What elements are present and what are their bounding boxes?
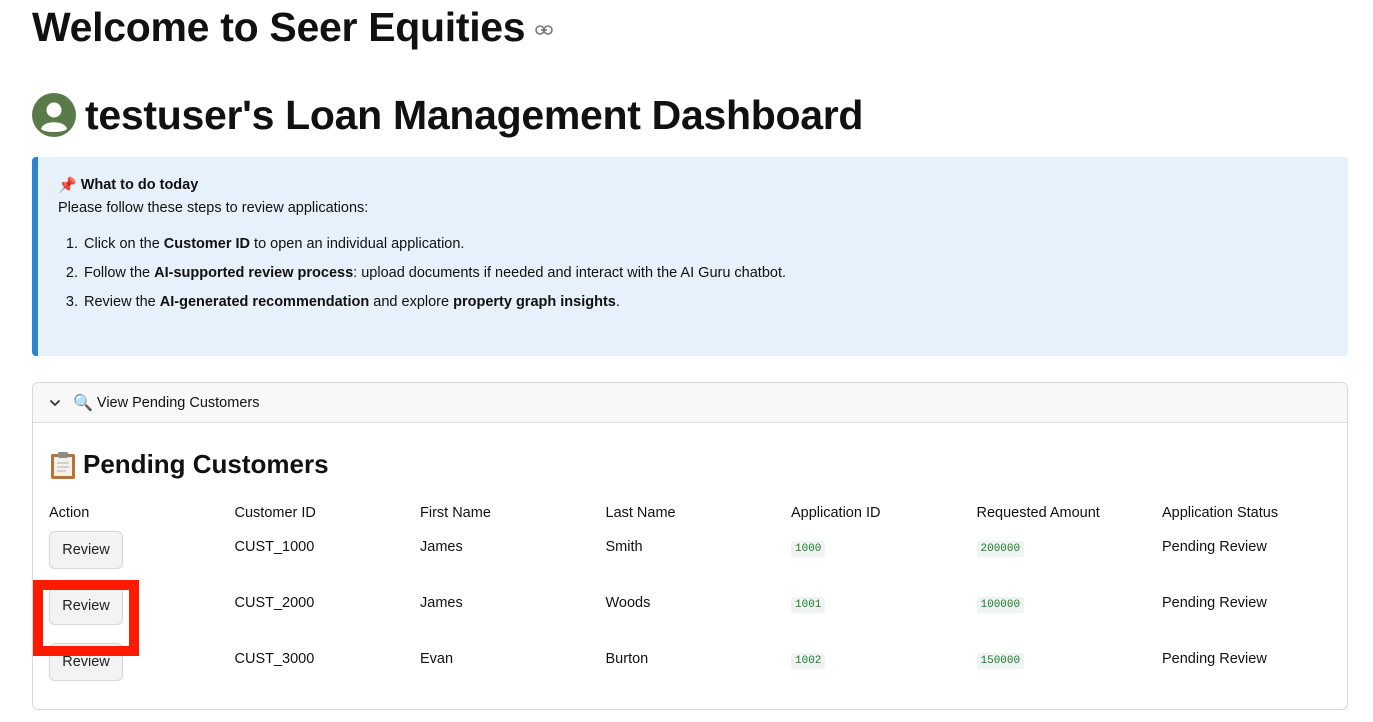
instructions-heading-text: What to do today [80, 177, 199, 193]
review-button[interactable]: Review [49, 643, 123, 681]
status-cell: Pending Review [1162, 595, 1267, 611]
dashboard-header: testuser's Loan Management Dashboard [32, 88, 863, 142]
step-3-bold-2: property graph insights [453, 294, 616, 310]
step-1-bold: Customer ID [163, 236, 251, 252]
table-row: Review CUST_3000 Evan Burton 1002 150000… [49, 637, 1329, 693]
pending-customers-heading: Pending Customers [49, 449, 329, 480]
application-id-cell: 1000 [791, 539, 977, 557]
expander-toggle[interactable]: 🔍 View Pending Customers [33, 383, 1347, 423]
expander-label: View Pending Customers [96, 394, 260, 411]
pending-customers-expander: 🔍 View Pending Customers Pending Custome… [32, 382, 1348, 710]
user-circle-icon [32, 93, 76, 137]
column-header-first-name: First Name [420, 505, 491, 521]
instructions-heading: 📌 What to do today [58, 174, 1348, 196]
table-row: Review CUST_1000 James Smith 1000 200000… [49, 525, 1329, 581]
review-button[interactable]: Review [49, 531, 123, 569]
step-1: Click on the Customer ID to open an indi… [82, 236, 1348, 258]
requested-amount-code: 150000 [976, 653, 1025, 669]
status-cell: Pending Review [1162, 651, 1267, 667]
column-header-customer-id: Customer ID [234, 505, 316, 521]
customer-id-cell[interactable]: CUST_1000 [235, 539, 421, 555]
step-2-bold: AI-supported review process [154, 265, 354, 281]
application-id-code: 1001 [791, 597, 826, 613]
chevron-down-icon [50, 399, 60, 406]
table-header-row: Action Customer ID First Name Last Name … [49, 501, 1329, 525]
step-3-text-end: . [615, 294, 620, 310]
clipboard-icon [51, 451, 75, 479]
column-header-last-name: Last Name [605, 505, 676, 521]
last-name-cell: Woods [605, 595, 651, 611]
step-3-text-mid: and explore [369, 294, 454, 310]
magnifier-icon: 🔍 [73, 394, 93, 412]
requested-amount-cell: 100000 [976, 595, 1163, 613]
pending-customers-title: Pending Customers [83, 449, 329, 479]
table-row: Review CUST_2000 James Woods 1001 100000… [49, 581, 1329, 637]
instructions-steps: Click on the Customer ID to open an indi… [58, 236, 1348, 316]
status-cell: Pending Review [1162, 539, 1267, 555]
first-name-cell: James [420, 539, 463, 555]
step-2-text-rest: : upload documents if needed and interac… [353, 265, 787, 281]
requested-amount-cell: 200000 [976, 539, 1163, 557]
dashboard-title: testuser's Loan Management Dashboard [85, 91, 864, 138]
page: Welcome to Seer Equities testuser's Loan… [0, 0, 1373, 722]
link-icon[interactable] [535, 24, 554, 36]
first-name-cell: Evan [420, 651, 454, 667]
instructions-intro: Please follow these steps to review appl… [58, 200, 369, 216]
step-3: Review the AI-generated recommendation a… [82, 294, 1348, 316]
application-id-cell: 1001 [791, 595, 977, 613]
step-2: Follow the AI-supported review process: … [82, 265, 1348, 287]
requested-amount-code: 100000 [976, 597, 1025, 613]
column-header-application-status: Application Status [1162, 505, 1279, 521]
step-1-text: Click on the [84, 236, 164, 252]
column-header-action: Action [49, 505, 90, 521]
action-cell: Review [49, 587, 235, 625]
last-name-cell: Burton [605, 651, 649, 667]
customer-id-cell[interactable]: CUST_3000 [235, 651, 421, 667]
customer-id-cell[interactable]: CUST_2000 [235, 595, 421, 611]
step-1-text-rest: to open an individual application. [250, 236, 465, 252]
application-id-cell: 1002 [791, 651, 977, 669]
review-button[interactable]: Review [49, 587, 123, 625]
step-3-bold: AI-generated recommendation [159, 294, 370, 310]
pending-customers-table: Action Customer ID First Name Last Name … [49, 501, 1329, 693]
pushpin-icon: 📌 [58, 177, 77, 194]
instructions-callout: 📌 What to do today Please follow these s… [32, 157, 1348, 356]
requested-amount-cell: 150000 [976, 651, 1163, 669]
step-2-text: Follow the [84, 265, 155, 281]
requested-amount-code: 200000 [976, 541, 1025, 557]
application-id-code: 1000 [791, 541, 826, 557]
column-header-requested-amount: Requested Amount [976, 505, 1100, 521]
first-name-cell: James [420, 595, 463, 611]
welcome-header: Welcome to Seer Equities [32, 0, 554, 54]
last-name-cell: Smith [605, 539, 643, 555]
column-header-application-id: Application ID [791, 505, 881, 521]
action-cell: Review [49, 643, 235, 681]
application-id-code: 1002 [791, 653, 826, 669]
action-cell: Review [49, 531, 235, 569]
welcome-title: Welcome to Seer Equities [32, 3, 526, 50]
step-3-text: Review the [84, 294, 160, 310]
